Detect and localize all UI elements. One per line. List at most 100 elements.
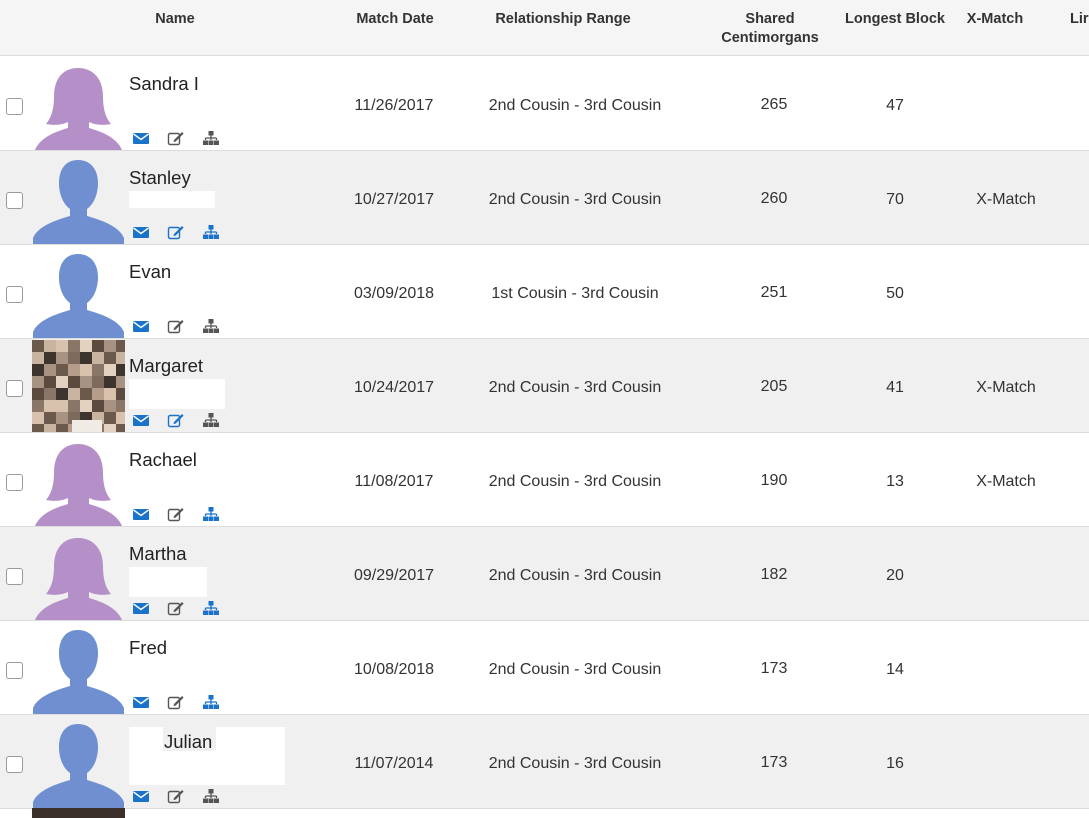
shared-centimorgans[interactable]: 265 bbox=[734, 96, 814, 114]
longest-block: 20 bbox=[886, 567, 904, 584]
envelope-icon[interactable] bbox=[132, 600, 150, 616]
column-header-x-match[interactable]: X-Match bbox=[958, 10, 1032, 29]
family-tree-icon[interactable] bbox=[202, 788, 220, 804]
table-row[interactable]: Margaret 10/24/2017 2nd Cousin - 3rd Cou… bbox=[0, 339, 1089, 433]
name-redaction bbox=[129, 473, 207, 487]
envelope-icon[interactable] bbox=[132, 694, 150, 710]
edit-notes-icon[interactable] bbox=[167, 130, 185, 146]
longest-block: 50 bbox=[886, 285, 904, 302]
avatar-silhouette[interactable] bbox=[32, 528, 125, 620]
next-row-avatar-partial bbox=[32, 808, 125, 818]
envelope-icon[interactable] bbox=[132, 130, 150, 146]
edit-notes-icon[interactable] bbox=[167, 412, 185, 428]
family-tree-icon[interactable] bbox=[202, 600, 220, 616]
envelope-icon[interactable] bbox=[132, 412, 150, 428]
longest-block: 13 bbox=[886, 473, 904, 490]
row-select-checkbox[interactable] bbox=[6, 380, 23, 397]
match-date: 10/08/2018 bbox=[353, 661, 435, 678]
match-name-link[interactable]: Fred bbox=[129, 637, 167, 659]
family-tree-icon[interactable] bbox=[202, 318, 220, 334]
shared-centimorgans[interactable]: 205 bbox=[734, 378, 814, 396]
column-header-linked[interactable]: Lir bbox=[1070, 10, 1089, 29]
name-redaction bbox=[129, 727, 163, 753]
column-header-shared-line2: Centimorgans bbox=[721, 30, 819, 46]
shared-centimorgans[interactable]: 173 bbox=[734, 660, 814, 678]
table-row[interactable]: Julian 11/07/2014 2nd Cousin - 3rd Cousi… bbox=[0, 715, 1089, 809]
edit-notes-icon[interactable] bbox=[167, 224, 185, 240]
match-name-link[interactable]: Julian bbox=[164, 731, 212, 753]
name-redaction bbox=[129, 379, 225, 409]
family-tree-icon[interactable] bbox=[202, 694, 220, 710]
relationship-range: 2nd Cousin - 3rd Cousin bbox=[488, 379, 662, 396]
match-name-link[interactable]: Evan bbox=[129, 261, 171, 283]
row-select-checkbox[interactable] bbox=[6, 286, 23, 303]
edit-notes-icon[interactable] bbox=[167, 788, 185, 804]
name-redaction bbox=[216, 727, 285, 753]
row-select-checkbox[interactable] bbox=[6, 568, 23, 585]
table-row[interactable]: Rachael 11/08/2017 2nd Cousin - 3rd Cous… bbox=[0, 433, 1089, 527]
match-name-link[interactable]: Rachael bbox=[129, 449, 197, 471]
relationship-range: 2nd Cousin - 3rd Cousin bbox=[488, 473, 662, 490]
family-tree-icon[interactable] bbox=[202, 130, 220, 146]
family-tree-icon[interactable] bbox=[202, 224, 220, 240]
relationship-range: 2nd Cousin - 3rd Cousin bbox=[488, 755, 662, 772]
edit-notes-icon[interactable] bbox=[167, 600, 185, 616]
shared-centimorgans[interactable]: 190 bbox=[734, 472, 814, 490]
avatar-silhouette[interactable] bbox=[32, 622, 125, 714]
avatar-silhouette[interactable] bbox=[32, 58, 125, 150]
column-header-longest-block[interactable]: Longest Block bbox=[835, 10, 955, 29]
match-name-link[interactable]: Margaret bbox=[129, 355, 203, 377]
match-date: 10/27/2017 bbox=[353, 191, 435, 208]
family-tree-icon[interactable] bbox=[202, 412, 220, 428]
avatar-silhouette[interactable] bbox=[32, 152, 125, 244]
row-select-checkbox[interactable] bbox=[6, 756, 23, 773]
name-redaction bbox=[129, 751, 285, 785]
edit-notes-icon[interactable] bbox=[167, 694, 185, 710]
x-match-value: X-Match bbox=[976, 191, 1036, 208]
match-date: 09/29/2017 bbox=[353, 567, 435, 584]
x-match-value: X-Match bbox=[976, 473, 1036, 490]
match-name-link[interactable]: Martha bbox=[129, 543, 187, 565]
column-header-match-date[interactable]: Match Date bbox=[340, 10, 450, 29]
column-header-name[interactable]: Name bbox=[140, 10, 210, 29]
envelope-icon[interactable] bbox=[132, 224, 150, 240]
name-redaction bbox=[129, 191, 215, 208]
relationship-range: 2nd Cousin - 3rd Cousin bbox=[488, 97, 662, 114]
family-tree-icon[interactable] bbox=[202, 506, 220, 522]
avatar-silhouette[interactable] bbox=[32, 716, 125, 808]
match-date: 11/26/2017 bbox=[354, 97, 434, 114]
envelope-icon[interactable] bbox=[132, 318, 150, 334]
table-row[interactable]: Martha 09/29/2017 2nd Cousin - 3rd Cousi… bbox=[0, 527, 1089, 621]
table-row[interactable]: Sandra I 11/26/2017 2nd Cousin - 3rd Cou… bbox=[0, 57, 1089, 151]
longest-block: 16 bbox=[886, 755, 904, 772]
column-header-shared-centimorgans[interactable]: Shared Centimorgans bbox=[700, 10, 840, 48]
match-date: 11/07/2014 bbox=[354, 755, 434, 772]
match-name-link[interactable]: Stanley bbox=[129, 167, 191, 189]
envelope-icon[interactable] bbox=[132, 788, 150, 804]
edit-notes-icon[interactable] bbox=[167, 506, 185, 522]
avatar-photo[interactable] bbox=[32, 340, 125, 432]
name-redaction bbox=[129, 107, 209, 123]
shared-centimorgans[interactable]: 173 bbox=[734, 754, 814, 772]
name-redaction bbox=[129, 661, 211, 673]
longest-block: 14 bbox=[886, 661, 904, 678]
shared-centimorgans[interactable]: 260 bbox=[734, 190, 814, 208]
row-select-checkbox[interactable] bbox=[6, 662, 23, 679]
row-select-checkbox[interactable] bbox=[6, 98, 23, 115]
row-select-checkbox[interactable] bbox=[6, 192, 23, 209]
table-row[interactable]: Evan 03/09/2018 1st Cousin - 3rd Cousin … bbox=[0, 245, 1089, 339]
envelope-icon[interactable] bbox=[132, 506, 150, 522]
shared-centimorgans[interactable]: 182 bbox=[734, 566, 814, 584]
row-select-checkbox[interactable] bbox=[6, 474, 23, 491]
longest-block: 70 bbox=[886, 191, 904, 208]
shared-centimorgans[interactable]: 251 bbox=[734, 284, 814, 302]
match-name-link[interactable]: Sandra I bbox=[129, 73, 199, 95]
avatar-silhouette[interactable] bbox=[32, 246, 125, 338]
table-row[interactable]: Stanley 10/27/2017 2nd Cousin - 3rd Cous… bbox=[0, 151, 1089, 245]
longest-block: 47 bbox=[886, 97, 904, 114]
edit-notes-icon[interactable] bbox=[167, 318, 185, 334]
column-header-relationship-range[interactable]: Relationship Range bbox=[478, 10, 648, 29]
avatar-silhouette[interactable] bbox=[32, 434, 125, 526]
longest-block: 41 bbox=[886, 379, 904, 396]
table-row[interactable]: Fred 10/08/2018 2nd Cousin - 3rd Cousin … bbox=[0, 621, 1089, 715]
